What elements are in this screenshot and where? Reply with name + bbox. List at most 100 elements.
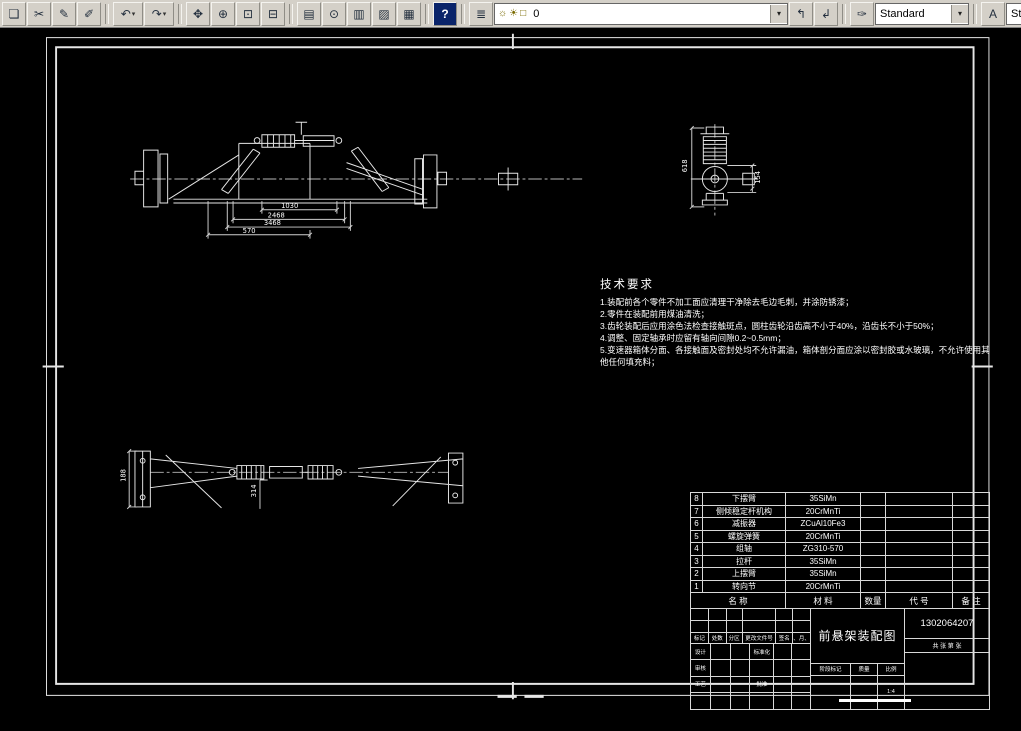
layer-combo-arrow-icon[interactable]: ▾ xyxy=(770,4,787,23)
plan-view-body xyxy=(134,450,464,509)
side-view: 618 154 xyxy=(681,125,762,210)
header-material: 材 料 xyxy=(786,593,861,608)
part-no: 7 xyxy=(691,505,703,517)
redo-button[interactable]: ↷ ▾ xyxy=(144,1,174,26)
named-views-button[interactable]: ▤ xyxy=(297,1,321,26)
rev-doc-label: 更改文件号 xyxy=(743,632,777,644)
part-note xyxy=(953,568,989,580)
layer-freeze-icon: ☀ xyxy=(509,8,519,19)
parts-list-row: 8 下摆臂 35SiMn xyxy=(691,493,989,506)
main-toolbar: ❏ ✂ ✎ ✐ ↶ ▾ ↷ ▾ ✥ ⊕ ⊡ ⊟ ▤ ⊙ ▥ ▨ ▦ ? ≣ ☼ ☀ … xyxy=(0,0,1021,28)
rev-zone-label: 分区 xyxy=(727,632,743,644)
dropdown-arrow-icon: ▾ xyxy=(131,10,136,18)
scale-label: 比例 xyxy=(885,667,897,674)
title-block-middle: 前悬架装配图 阶段标记 质量 比例 1:4 xyxy=(811,609,905,709)
parts-list-row: 1 转向节 20CrMnTi xyxy=(691,580,989,593)
toolbar-separator xyxy=(178,3,182,24)
header-name: 名 称 xyxy=(691,593,786,608)
part-name: 减振器 xyxy=(703,518,786,530)
scale-value: 1:4 xyxy=(887,689,895,696)
empty-cell xyxy=(905,653,989,709)
help-button[interactable]: ? xyxy=(433,1,457,26)
pan-button[interactable]: ✥ xyxy=(186,1,210,26)
new-sheet-button[interactable]: ❏ xyxy=(2,1,26,26)
title-block-underline xyxy=(839,699,911,702)
toolbar-separator xyxy=(105,3,109,24)
zoom-window-button[interactable]: ⊡ xyxy=(236,1,260,26)
orbit-button[interactable]: ⊙ xyxy=(322,1,346,26)
table-button[interactable]: ▦ xyxy=(397,1,421,26)
region-button[interactable]: ▨ xyxy=(372,1,396,26)
part-material: 20CrMnTi xyxy=(786,530,861,542)
plan-view-joint xyxy=(452,492,459,499)
part-code xyxy=(886,505,953,517)
parts-list-row: 4 组轴 ZG310-570 xyxy=(691,543,989,556)
front-view-spring-damper xyxy=(261,121,519,191)
named-views-icon: ▤ xyxy=(303,6,315,21)
rev-mark-label: 标记 xyxy=(691,632,709,644)
part-material: ZG310-570 xyxy=(786,543,861,555)
zoom-previous-button[interactable]: ⊟ xyxy=(261,1,285,26)
part-name: 组轴 xyxy=(703,543,786,555)
redo-icon: ↷ xyxy=(151,6,162,21)
front-view-frame xyxy=(173,142,428,204)
part-note xyxy=(953,556,989,568)
part-note xyxy=(953,543,989,555)
signature-row: 审核 xyxy=(691,660,810,677)
dim-label: 188 xyxy=(119,469,127,482)
cad-viewport[interactable]: 1030 2468 3468 570 618 154 188 314 技术要求 … xyxy=(0,28,1021,731)
style-combo[interactable]: Standard ▾ xyxy=(875,2,969,25)
undo-button[interactable]: ↶ ▾ xyxy=(113,1,143,26)
layer-previous-button[interactable]: ↲ xyxy=(814,1,838,26)
help-icon: ? xyxy=(441,6,449,21)
cut-button[interactable]: ✂ xyxy=(27,1,51,26)
part-no: 6 xyxy=(691,518,703,530)
plan-view-joint xyxy=(452,459,459,466)
part-material: 20CrMnTi xyxy=(786,580,861,592)
layers-icon: ≣ xyxy=(475,6,487,21)
render-icon: ▥ xyxy=(353,6,365,21)
signature-row: 工艺 批准 xyxy=(691,676,810,693)
zoom-window-icon: ⊡ xyxy=(242,6,254,21)
dim-label: 154 xyxy=(754,171,762,184)
part-material: 35SiMn xyxy=(786,493,861,505)
text-style-button[interactable]: A xyxy=(981,1,1005,26)
design-label: 设计 xyxy=(691,644,711,660)
toolbar-separator xyxy=(425,3,429,24)
text-style-combo[interactable]: Sta ▾ xyxy=(1006,2,1021,25)
header-code: 代 号 xyxy=(886,593,953,608)
zoom-realtime-button[interactable]: ⊕ xyxy=(211,1,235,26)
pan-icon: ✥ xyxy=(192,6,204,21)
rev-date-label: 年、月、日 xyxy=(793,635,810,642)
part-name: 螺旋弹簧 xyxy=(703,530,786,542)
technical-requirement-item: 5.变速器箱体分面、各接触面及密封处均不允许漏油，箱体剖分面应涂以密封胶或水玻璃… xyxy=(600,345,990,367)
front-view-joint xyxy=(253,137,261,144)
part-no: 3 xyxy=(691,555,703,567)
part-no: 2 xyxy=(691,568,703,580)
rev-sign-label: 签名 xyxy=(776,632,794,644)
render-button[interactable]: ▥ xyxy=(347,1,371,26)
part-note xyxy=(953,493,989,505)
part-no: 5 xyxy=(691,530,703,542)
technical-requirement-item: 3.齿轮装配后应用涂色法检查接触斑点，圆柱齿轮沿齿高不小于40%，沿齿长不小于5… xyxy=(600,321,939,331)
cut-icon: ✂ xyxy=(33,6,45,21)
layer-state-icons: ☼ ☀ □ xyxy=(495,8,529,19)
part-material: 35SiMn xyxy=(786,555,861,567)
revision-row xyxy=(691,620,810,633)
layer-combo[interactable]: ☼ ☀ □ 0 ▾ xyxy=(494,2,788,25)
pencil-button[interactable]: ✎ xyxy=(52,1,76,26)
dropdown-arrow-icon: ▾ xyxy=(162,10,167,18)
header-note: 备 注 xyxy=(961,595,981,606)
toolbar-separator xyxy=(973,3,977,24)
check-label: 审核 xyxy=(691,660,711,676)
part-name: 拉杆 xyxy=(703,555,786,567)
part-code xyxy=(886,530,953,542)
technical-requirements: 技术要求 1.装配前各个零件不加工面应清理干净除去毛边毛刺，并涂防锈漆； 2.零… xyxy=(600,276,992,368)
properties-button[interactable]: ✑ xyxy=(850,1,874,26)
part-material: 20CrMnTi xyxy=(786,505,861,517)
style-combo-arrow-icon[interactable]: ▾ xyxy=(951,4,968,23)
pencil-edit-button[interactable]: ✐ xyxy=(77,1,101,26)
make-layer-current-button[interactable]: ↰ xyxy=(789,1,813,26)
part-qty xyxy=(861,493,886,505)
layers-button[interactable]: ≣ xyxy=(469,1,493,26)
